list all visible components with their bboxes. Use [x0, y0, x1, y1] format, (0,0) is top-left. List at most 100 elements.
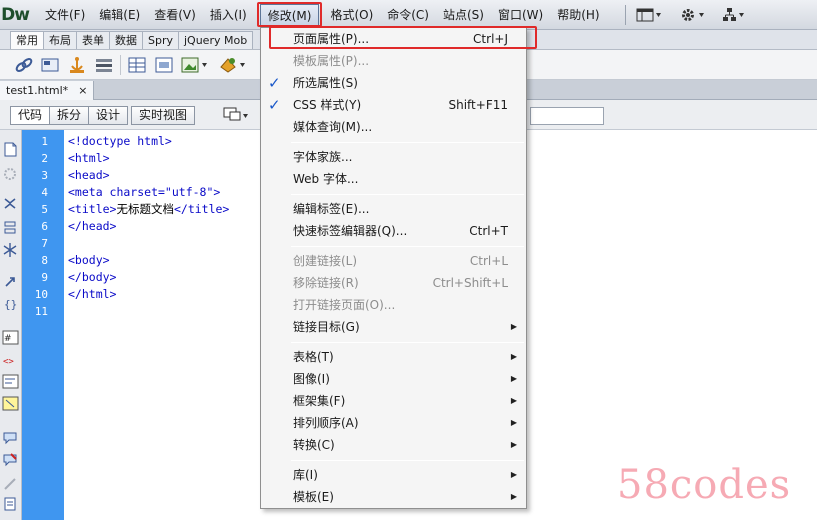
select-parent-tag-icon[interactable] [2, 274, 19, 289]
insert-tab-data[interactable]: 数据 [109, 31, 143, 49]
watermark: 58codes [617, 462, 792, 508]
horizontal-rule-icon[interactable] [94, 55, 114, 75]
submenu-arrow-icon: ▶ [510, 352, 517, 361]
show-code-navigator-icon [4, 168, 16, 180]
media-dropdown-icon[interactable] [218, 55, 248, 75]
menu-item-css-styles[interactable]: ✓ CSS 样式(Y) Shift+F11 [261, 94, 526, 116]
line-number: 11 [34, 305, 48, 318]
menu-item-web-fonts[interactable]: Web 字体... [261, 168, 526, 190]
insert-tab-layout[interactable]: 布局 [43, 31, 77, 49]
wrap-tag-icon [4, 478, 16, 490]
checkmark-icon: ✓ [268, 74, 281, 92]
menu-file[interactable]: 文件(F) [38, 4, 92, 26]
menu-format[interactable]: 格式(O) [323, 4, 380, 26]
insert-tab-spry[interactable]: Spry [142, 31, 179, 49]
menu-item-frameset[interactable]: 框架集(F) ▶ [261, 390, 526, 412]
code-title-close-tag: </title> [173, 202, 230, 216]
split-view-button[interactable]: 拆分 [49, 106, 90, 125]
code-line: <title>无标题文档</title> [68, 201, 229, 218]
line-number: 9 [41, 271, 48, 284]
table-icon[interactable] [127, 55, 147, 75]
menu-item-link-target[interactable]: 链接目标(G) ▶ [261, 316, 526, 338]
live-view-button[interactable]: 实时视图 [131, 106, 196, 125]
line-number: 3 [41, 169, 48, 182]
insert-tab-forms[interactable]: 表单 [76, 31, 110, 49]
page-properties-highlight-box [269, 26, 537, 49]
submenu-arrow-icon: ▶ [510, 322, 517, 331]
balance-braces-icon[interactable]: {} [2, 296, 19, 311]
menu-separator [291, 194, 524, 195]
highlight-invalid-code-icon[interactable]: <> [2, 352, 19, 367]
menu-help[interactable]: 帮助(H) [550, 4, 606, 26]
menu-item-open-linked-page: 打开链接页面(O)... [293, 298, 396, 312]
menu-item-font-families[interactable]: 字体家族... [261, 146, 526, 168]
svg-text:{}: {} [4, 298, 17, 311]
document-title-input[interactable] [530, 107, 604, 125]
code-line: <body> [68, 253, 110, 267]
document-tab[interactable]: test1.html* × [0, 81, 95, 100]
icon-separator [120, 55, 121, 75]
div-tag-icon[interactable] [154, 55, 174, 75]
apply-comment-icon[interactable] [2, 430, 19, 445]
menu-view[interactable]: 查看(V) [147, 4, 203, 26]
line-number: 4 [41, 186, 48, 199]
layout-switcher-button[interactable] [636, 4, 662, 26]
code-line: </head> [68, 219, 117, 233]
submenu-arrow-icon: ▶ [510, 440, 517, 449]
menu-item-quick-tag-editor[interactable]: 快速标签编辑器(Q)... Ctrl+T [261, 220, 526, 242]
email-link-icon[interactable] [40, 55, 60, 75]
code-line: </body> [68, 270, 117, 284]
menu-item-table[interactable]: 表格(T) ▶ [261, 346, 526, 368]
named-anchor-icon[interactable] [67, 55, 87, 75]
code-view-button[interactable]: 代码 [10, 106, 51, 125]
document-tab-name: test1.html* [6, 83, 69, 97]
design-view-button[interactable]: 设计 [88, 106, 129, 125]
dreamweaver-logo: Dw [1, 4, 30, 25]
close-icon[interactable]: × [78, 82, 87, 100]
submenu-arrow-icon: ▶ [510, 396, 517, 405]
modify-dropdown-menu: 页面属性(P)... Ctrl+J 模板属性(P)... ✓ 所选属性(S) ✓… [260, 27, 527, 509]
checkmark-icon: ✓ [268, 96, 281, 114]
syntax-coloring-icon[interactable] [2, 396, 19, 411]
code-line: <head> [68, 168, 110, 182]
menu-item-image[interactable]: 图像(I) ▶ [261, 368, 526, 390]
open-documents-icon[interactable] [2, 142, 19, 157]
code-line: <meta charset="utf-8"> [68, 185, 221, 199]
menu-item-selection-properties[interactable]: ✓ 所选属性(S) [261, 72, 526, 94]
menu-item-convert[interactable]: 转换(C) ▶ [261, 434, 526, 456]
menu-separator [291, 342, 524, 343]
menu-item-templates[interactable]: 模板(E) ▶ [261, 486, 526, 508]
menu-commands[interactable]: 命令(C) [380, 4, 436, 26]
hyperlink-icon[interactable] [14, 55, 34, 75]
extensions-gear-button[interactable] [680, 4, 706, 26]
menu-window[interactable]: 窗口(W) [491, 4, 550, 26]
recent-snippets-icon[interactable] [2, 496, 19, 511]
menu-item-arrange[interactable]: 排列顺序(A) ▶ [261, 412, 526, 434]
menu-item-media-queries[interactable]: 媒体查询(M)... [261, 116, 526, 138]
insert-tab-jquery-mobile[interactable]: jQuery Mob [178, 31, 254, 49]
submenu-arrow-icon: ▶ [510, 470, 517, 479]
expand-all-icon[interactable] [2, 242, 19, 257]
layout-grid-icon [636, 8, 661, 22]
remove-comment-icon[interactable] [2, 452, 19, 467]
word-wrap-icon[interactable] [2, 374, 19, 389]
menu-insert[interactable]: 插入(I) [203, 4, 254, 26]
menu-item-remove-link: 移除链接(R) Ctrl+Shift+L [293, 276, 508, 290]
image-dropdown-icon[interactable] [180, 55, 210, 75]
multiscreen-icon[interactable] [222, 105, 250, 125]
site-manager-button[interactable] [722, 4, 748, 26]
insert-tab-common[interactable]: 常用 [10, 31, 44, 49]
line-number: 1 [41, 135, 48, 148]
menu-item-make-link: 创建链接(L) Ctrl+L [293, 254, 508, 268]
collapse-full-tag-icon[interactable] [2, 196, 19, 211]
line-number: 7 [41, 237, 48, 250]
menu-item-edit-tag[interactable]: 编辑标签(E)... [261, 198, 526, 220]
menu-site[interactable]: 站点(S) [436, 4, 491, 26]
code-line: <html> [68, 151, 110, 165]
collapse-selection-icon[interactable] [2, 220, 19, 235]
menu-item-library[interactable]: 库(I) ▶ [261, 464, 526, 486]
line-numbers-icon[interactable]: # [2, 330, 19, 345]
code-line: </html> [68, 287, 117, 301]
menu-edit[interactable]: 编辑(E) [92, 4, 147, 26]
menu-separator [291, 142, 524, 143]
